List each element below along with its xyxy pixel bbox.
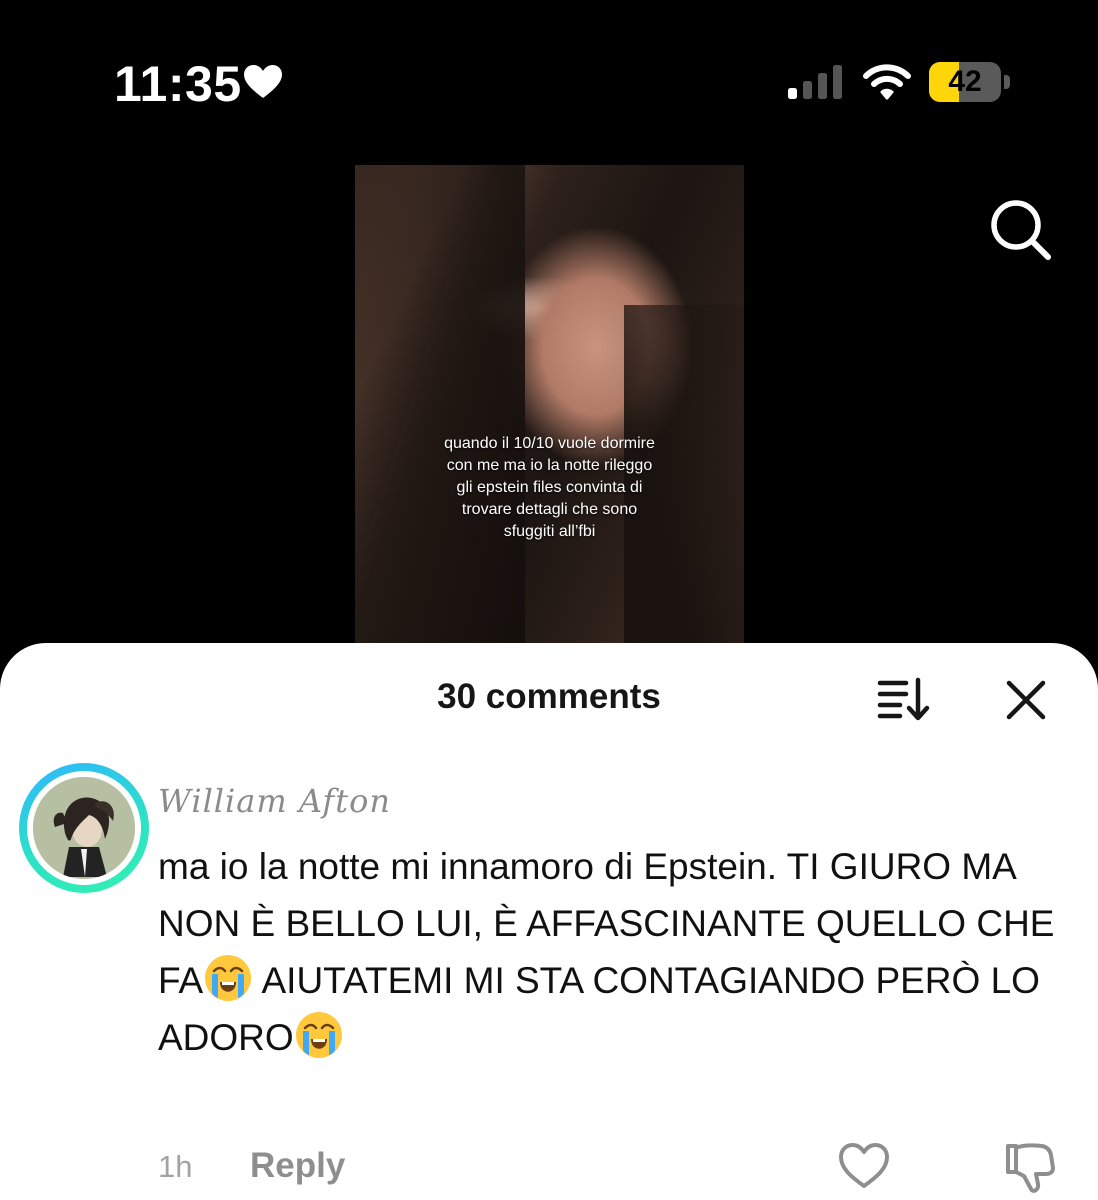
caption-line: quando il 10/10 vuole dormire (444, 435, 655, 452)
search-icon[interactable] (988, 197, 1054, 263)
heart-icon (244, 65, 282, 98)
video-caption: quando il 10/10 vuole dormire con me ma … (355, 433, 744, 543)
avatar[interactable] (19, 763, 149, 893)
caption-line: con me ma io la notte rileggo (446, 457, 653, 474)
caption-line: gli epstein files convinta di (456, 479, 643, 496)
signal-icon (788, 65, 842, 99)
caption-line: trovare dettagli che sono (461, 501, 638, 518)
loudly-crying-face-emoji (295, 1012, 342, 1058)
caption-line: sfuggiti all’fbi (503, 523, 596, 540)
comment-text: ma io la notte mi innamoro di Epstein. T… (158, 838, 1058, 1066)
status-time: 11:35 (114, 56, 242, 112)
comment-text-part: AIUTATEMI MI STA CONTAGIANDO PERÒ LO ADO… (158, 960, 1040, 1058)
comment-timestamp: 1h (158, 1149, 193, 1184)
sort-icon[interactable] (876, 676, 932, 722)
status-bar: 11:35 42 (0, 0, 1098, 160)
battery-level: 42 (948, 65, 982, 98)
wifi-icon (863, 64, 911, 100)
video-preview[interactable]: quando il 10/10 vuole dormire con me ma … (355, 165, 744, 643)
comments-count-title: 30 comments (437, 677, 661, 716)
close-icon[interactable] (1004, 678, 1048, 722)
comment-username[interactable]: William Afton (158, 782, 391, 820)
avatar-image (33, 777, 135, 879)
reply-button[interactable]: Reply (250, 1146, 345, 1186)
thumbs-down-icon[interactable] (1002, 1140, 1058, 1196)
loudly-crying-face-emoji (205, 955, 252, 1001)
heart-outline-icon[interactable] (838, 1142, 890, 1190)
battery-icon: 42 (929, 62, 1011, 102)
